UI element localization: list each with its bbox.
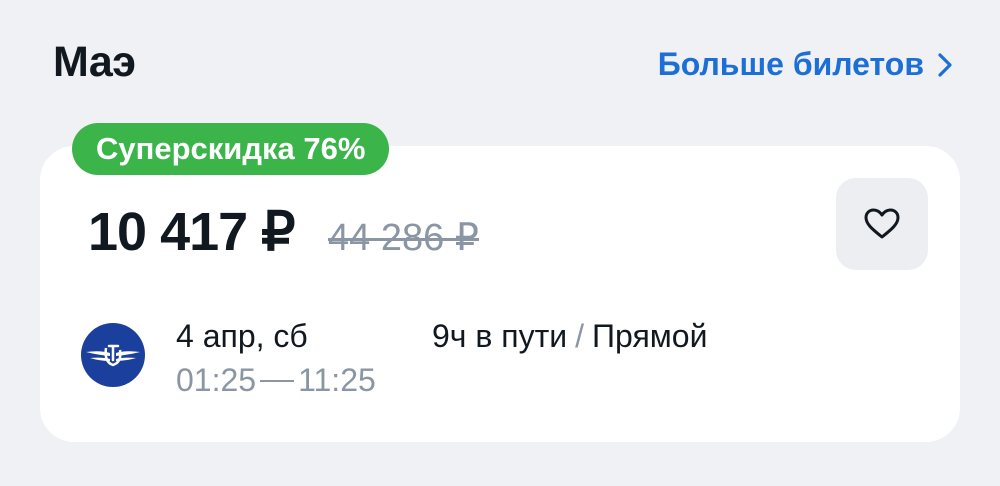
flight-times: 01:25 11:25 xyxy=(176,362,376,399)
more-tickets-label: Больше билетов xyxy=(657,46,924,82)
flight-date: 4 апр, сб xyxy=(176,318,308,354)
arrive-time: 11:25 xyxy=(298,362,376,398)
chevron-right-icon xyxy=(938,52,952,77)
discount-badge: Суперскидка 76% xyxy=(72,123,390,175)
tickets-section: Маэ Больше билетов Суперскидка 76% 10 41… xyxy=(0,0,1000,486)
airline-logo xyxy=(81,323,145,387)
favorite-button[interactable] xyxy=(836,178,928,270)
info-separator: / xyxy=(575,318,584,354)
time-dash xyxy=(260,379,295,382)
flight-info: 9ч в пути / Прямой xyxy=(432,318,707,355)
heart-icon xyxy=(864,208,900,239)
destination-title: Маэ xyxy=(53,38,136,86)
depart-time: 01:25 xyxy=(176,362,257,398)
old-price: 44 286 ₽ xyxy=(328,217,479,259)
flight-duration: 9ч в пути xyxy=(432,318,568,354)
more-tickets-link[interactable]: Больше билетов xyxy=(658,46,952,83)
ticket-price: 10 417 ₽ xyxy=(88,202,296,262)
flight-type: Прямой xyxy=(592,318,708,354)
